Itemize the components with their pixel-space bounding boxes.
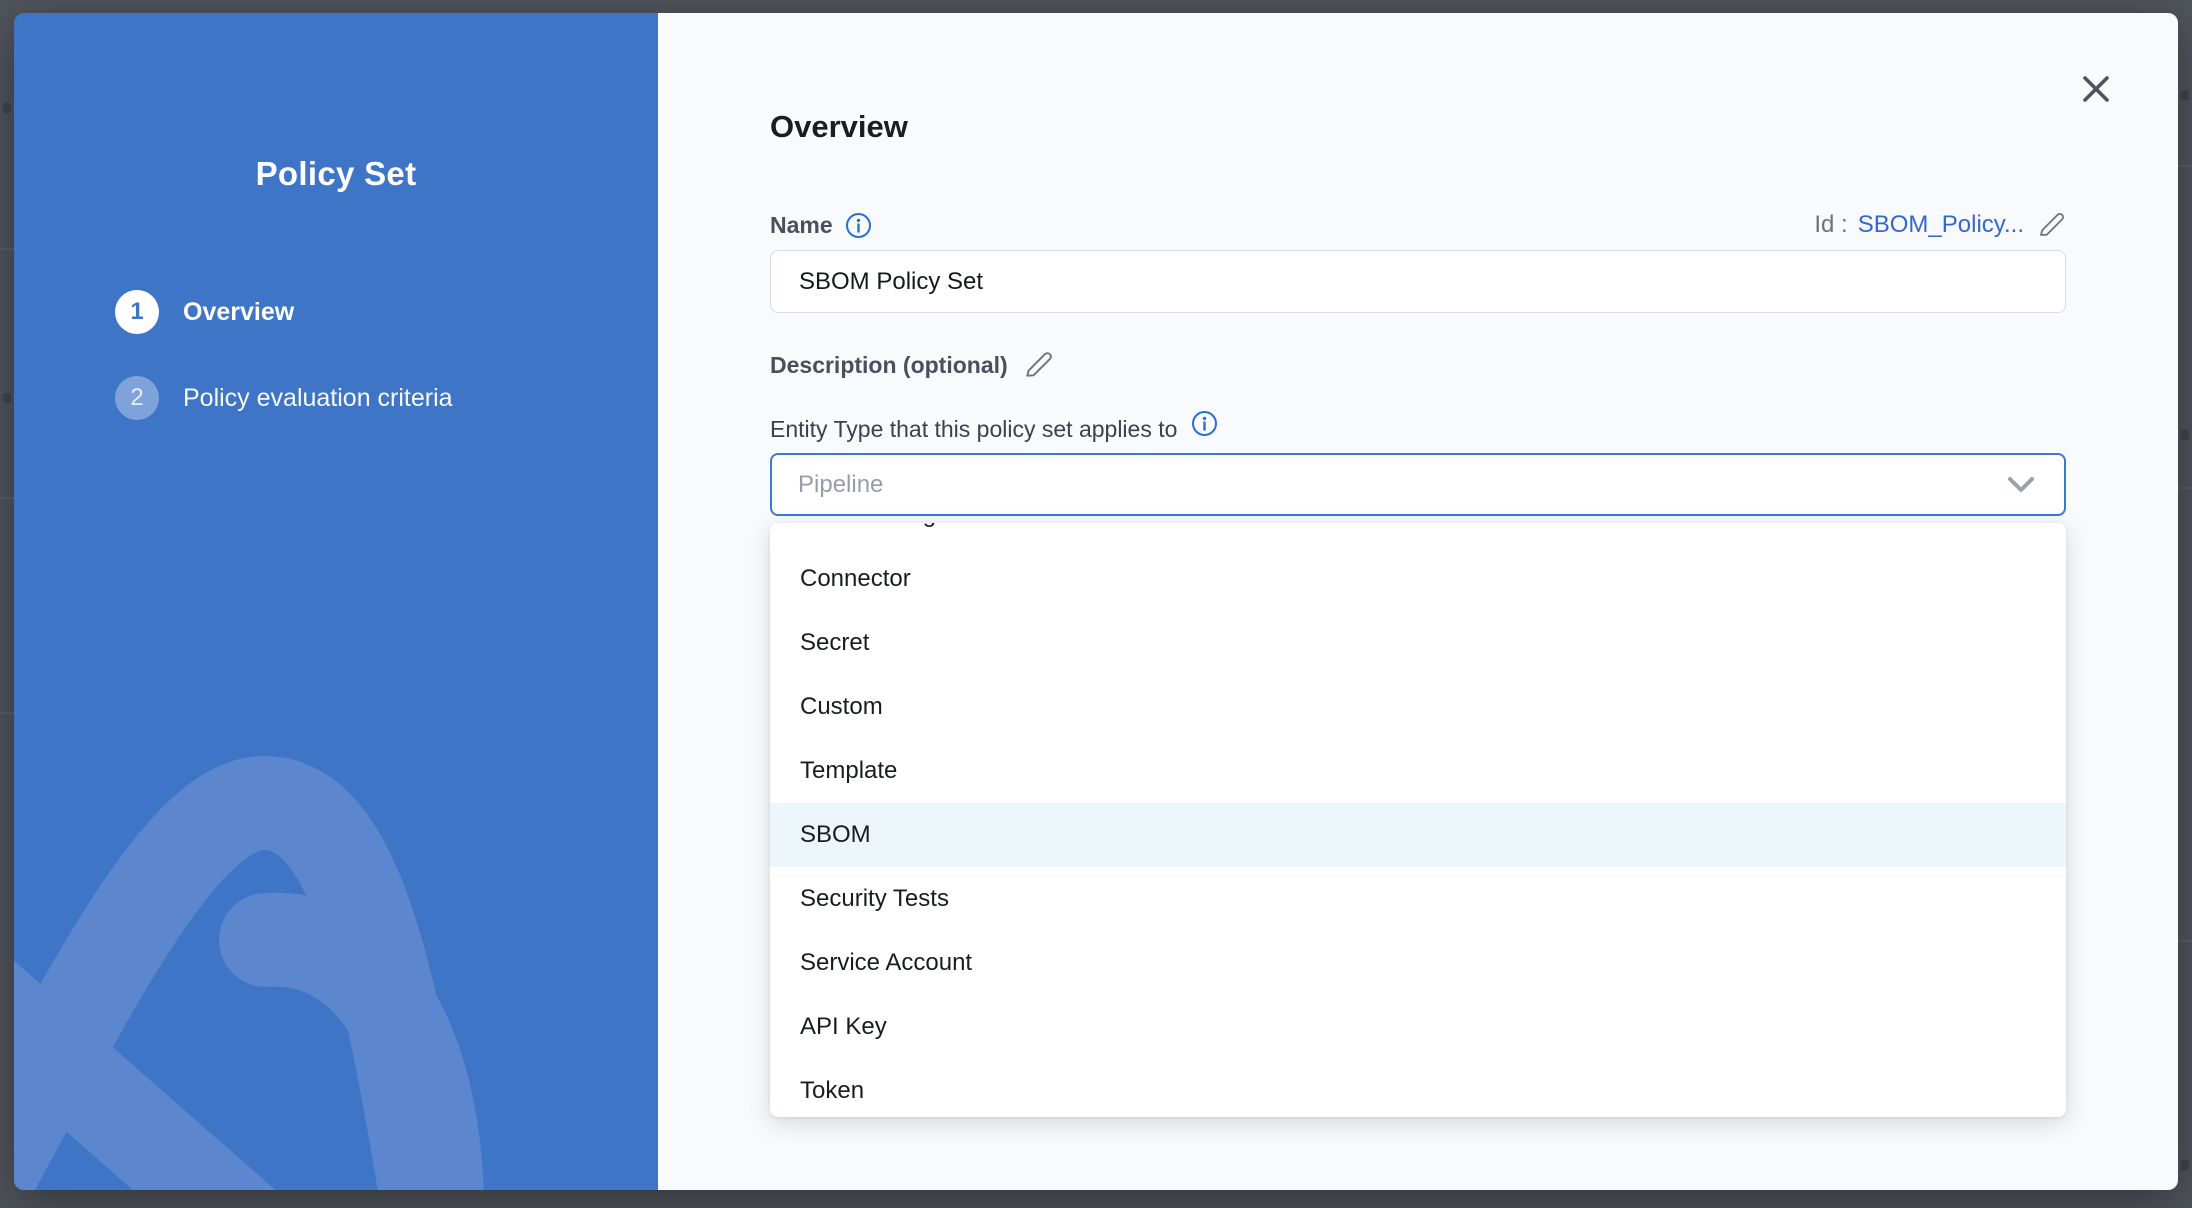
select-placeholder: Pipeline xyxy=(798,471,2004,499)
overlay-artifact xyxy=(0,712,14,714)
close-icon[interactable] xyxy=(2078,71,2114,107)
entity-id-link[interactable]: SBOM_Policy... xyxy=(1858,211,2024,239)
dropdown-list: Feature FlagConnectorSecretCustomTemplat… xyxy=(770,523,2066,1117)
dropdown-option[interactable]: Template xyxy=(770,739,2066,803)
wizard-steps: 1 Overview 2 Policy evaluation criteria xyxy=(115,290,453,462)
overlay-artifact xyxy=(3,103,11,113)
policy-set-modal: Policy Set 1 Overview 2 Policy evaluatio… xyxy=(14,13,2178,1190)
dropdown-option[interactable]: API Key xyxy=(770,995,2066,1059)
step-number-badge: 1 xyxy=(115,290,159,334)
step-label: Policy evaluation criteria xyxy=(183,384,453,413)
overlay-artifact xyxy=(2178,165,2192,167)
name-input[interactable] xyxy=(770,250,2066,313)
chevron-down-icon xyxy=(2004,474,2038,496)
description-label: Description (optional) xyxy=(770,352,1008,379)
edit-description-pencil-icon[interactable] xyxy=(1022,349,1054,381)
overlay-artifact xyxy=(0,497,14,499)
edit-id-pencil-icon[interactable] xyxy=(2036,210,2066,240)
dropdown-option[interactable]: SBOM xyxy=(770,803,2066,867)
overlay-artifact xyxy=(2178,487,2192,489)
entity-type-label: Entity Type that this policy set applies… xyxy=(770,416,1177,443)
overlay-artifact xyxy=(3,393,11,403)
info-icon[interactable] xyxy=(845,212,872,239)
dropdown-option[interactable]: Custom xyxy=(770,675,2066,739)
overlay-artifact xyxy=(2181,430,2189,440)
overlay-artifact xyxy=(2181,1160,2189,1170)
dropdown-option[interactable]: Connector xyxy=(770,547,2066,611)
entity-type-dropdown: Feature FlagConnectorSecretCustomTemplat… xyxy=(770,523,2066,1117)
dimmed-page-overlay: Policy Set 1 Overview 2 Policy evaluatio… xyxy=(0,0,2192,1208)
entity-type-select[interactable]: Pipeline xyxy=(770,453,2066,516)
dropdown-option[interactable]: Service Account xyxy=(770,931,2066,995)
entity-id-row: Id : SBOM_Policy... xyxy=(1814,209,2066,241)
overlay-artifact xyxy=(2181,90,2189,100)
overlay-artifact xyxy=(2178,940,2192,942)
harness-logo-watermark xyxy=(14,710,658,1190)
overview-form-panel: Overview Name Id : SBOM_Policy... xyxy=(658,13,2178,1190)
step-policy-evaluation-criteria[interactable]: 2 Policy evaluation criteria xyxy=(115,376,453,420)
dropdown-option-clipped[interactable]: Feature Flag xyxy=(770,523,2066,547)
page-title: Overview xyxy=(770,109,908,145)
overlay-artifact xyxy=(0,248,14,250)
name-label: Name xyxy=(770,212,833,239)
dropdown-option[interactable]: Secret xyxy=(770,611,2066,675)
wizard-sidebar: Policy Set 1 Overview 2 Policy evaluatio… xyxy=(14,13,658,1190)
step-number-badge: 2 xyxy=(115,376,159,420)
wizard-title: Policy Set xyxy=(14,155,658,193)
dropdown-option[interactable]: Security Tests xyxy=(770,867,2066,931)
id-prefix-label: Id : xyxy=(1814,211,1847,239)
info-icon[interactable] xyxy=(1191,410,1218,437)
step-overview[interactable]: 1 Overview xyxy=(115,290,453,334)
step-label: Overview xyxy=(183,298,294,327)
dropdown-option[interactable]: Token xyxy=(770,1059,2066,1117)
